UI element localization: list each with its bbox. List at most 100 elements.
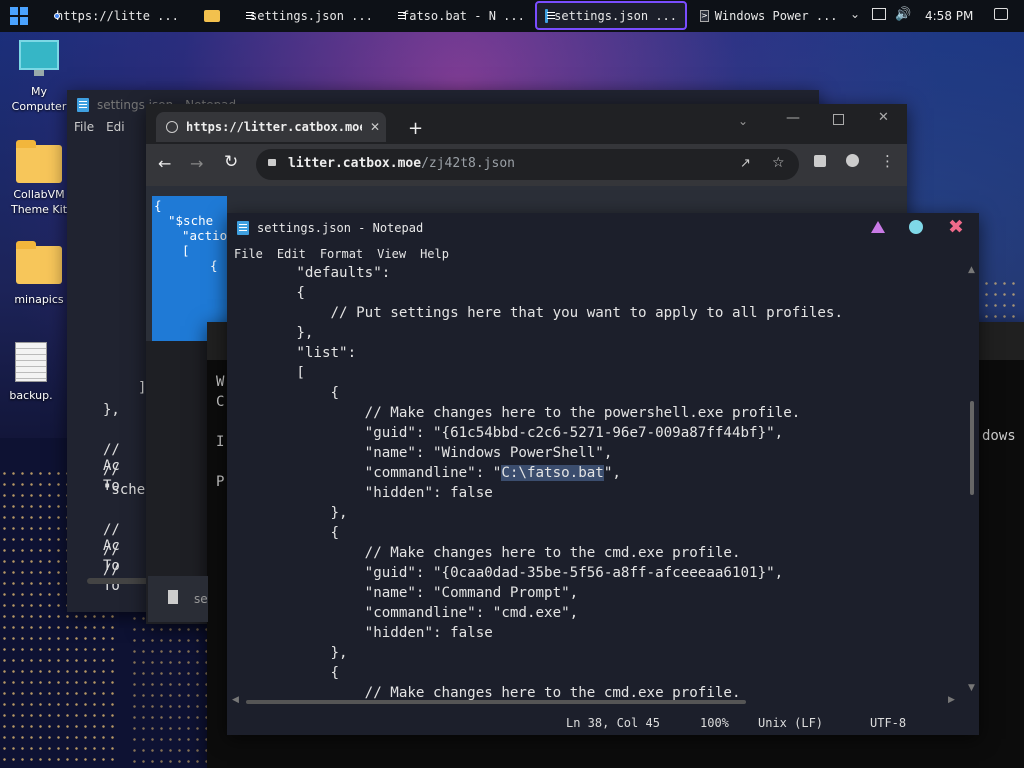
back-icon[interactable]: ← [158, 154, 171, 173]
notifications-icon[interactable] [994, 8, 1008, 20]
profile-icon[interactable] [846, 154, 859, 167]
code-line: "commandline": "cmd.exe", [228, 605, 579, 621]
scroll-right-icon[interactable]: ▶ [948, 695, 955, 705]
taskbar-item-settings-json-1[interactable]: settings.json ... [236, 1, 380, 30]
scrollbar-thumb[interactable] [970, 401, 974, 495]
menu-icon[interactable]: ⋮ [880, 152, 895, 170]
selected-text: C:\fatso.bat [501, 465, 604, 481]
powershell-icon: > [700, 9, 709, 22]
tab-title: https://litter.catbox.moe [186, 120, 362, 134]
url-host: litter.catbox.moe [288, 156, 422, 171]
scroll-down-icon[interactable]: ▼ [968, 683, 975, 693]
code-line: "hidden": false [228, 625, 493, 641]
code-line: "guid": "{61c54bbd-c2c6-5271-96e7-009a87… [228, 425, 784, 441]
code-line: }, [103, 402, 120, 418]
maximize-icon[interactable] [833, 114, 844, 125]
scrollbar-thumb[interactable] [246, 700, 746, 704]
browser-tab[interactable]: https://litter.catbox.moe ✕ [156, 112, 386, 142]
menu-file[interactable]: File [74, 120, 94, 134]
console-line: C [216, 394, 225, 410]
lock-icon [268, 159, 276, 166]
taskbar-item-powershell[interactable]: > Windows Power ... [692, 1, 840, 30]
text-editor[interactable]: "defaults": { // Put settings here that … [227, 265, 969, 705]
code-line: "guid": "{0caa0dad-35be-5f56-a8ff-afceee… [228, 565, 784, 581]
menu-edit[interactable]: Edi [106, 120, 125, 134]
json-line: [ [182, 243, 190, 258]
code-line: { [228, 285, 305, 301]
tab-search-icon[interactable]: ⌄ [738, 114, 748, 128]
folder-icon [16, 241, 62, 284]
menu-format[interactable]: Format [320, 247, 363, 261]
taskbar: https://litte ... settings.json ... fats… [0, 0, 1024, 32]
code-line: "hidden": false [228, 485, 493, 501]
code-line: "list": [228, 345, 357, 361]
code-line: "name": "Windows PowerShell", [228, 445, 613, 461]
window-preview[interactable]: se [148, 576, 208, 622]
notepad-window[interactable]: settings.json - Notepad ✖ File Edit Form… [227, 213, 979, 735]
file-explorer-icon [204, 9, 220, 22]
console-text: dows [982, 428, 1016, 444]
json-line: "actio [182, 228, 228, 243]
zoom-level: 100% [700, 716, 729, 730]
menu-file[interactable]: File [234, 247, 263, 261]
windows-logo-icon [10, 6, 28, 25]
notepad-icon [77, 98, 89, 112]
code-line: [ [228, 365, 305, 381]
forward-icon[interactable]: → [190, 154, 203, 173]
menu-edit[interactable]: Edit [277, 247, 306, 261]
document-icon [168, 590, 178, 604]
scroll-up-icon[interactable]: ▲ [968, 265, 975, 275]
volume-icon[interactable]: 🔊 [895, 7, 911, 22]
network-icon[interactable] [872, 8, 886, 20]
code-line: "defaults": [228, 265, 391, 281]
status-bar: Ln 38, Col 45 100% Unix (LF) UTF-8 [227, 711, 979, 735]
code-line: "commandline": "C:\fatso.bat", [228, 465, 621, 481]
taskbar-item-label: fatso.bat - N ... [402, 8, 525, 23]
address-bar[interactable]: litter.catbox.moe/zj42t8.json ↗ ☆ [256, 149, 799, 180]
close-icon[interactable]: ✖ [948, 216, 964, 238]
minimize-icon[interactable] [871, 221, 885, 233]
close-tab-icon[interactable]: ✕ [370, 120, 380, 134]
maximize-icon[interactable] [909, 220, 923, 234]
scroll-left-icon[interactable]: ◀ [232, 695, 239, 705]
desktop-icon-label: My Computer [11, 85, 67, 113]
minimize-icon[interactable]: — [786, 110, 800, 126]
share-icon[interactable]: ↗ [740, 156, 751, 171]
taskbar-item-fatso-bat[interactable]: fatso.bat - N ... [388, 1, 532, 30]
preview-label: se [194, 592, 208, 606]
folder-icon [16, 140, 62, 183]
taskbar-item-chrome[interactable]: https://litte ... [42, 1, 186, 30]
code-line: // Make changes here to the cmd.exe prof… [228, 545, 741, 561]
desktop-icon-my-computer[interactable]: My Computer [4, 40, 74, 114]
taskbar-item-label: Windows Power ... [714, 8, 838, 23]
json-line: "$sche [168, 213, 214, 228]
menu-view[interactable]: View [377, 247, 406, 261]
start-button[interactable] [2, 1, 36, 30]
code-line: { [228, 385, 340, 401]
desktop-icon-label: minapics [14, 293, 64, 306]
title-bar[interactable]: settings.json - Notepad ✖ [227, 213, 979, 243]
chevron-up-icon[interactable]: ⌄ [850, 7, 860, 21]
encoding: UTF-8 [870, 716, 907, 730]
taskbar-item-file-explorer[interactable] [194, 1, 230, 30]
vertical-scrollbar[interactable]: ▲ ▼ [967, 265, 977, 701]
json-line: { [154, 198, 162, 213]
desktop-icon-backup[interactable]: backup. [0, 342, 66, 403]
menu-help[interactable]: Help [420, 247, 449, 261]
console-line: P [216, 474, 225, 490]
desktop-icon-collabvm-theme-kit[interactable]: CollabVM Theme Kit [4, 140, 74, 217]
desktop-icon-minapics[interactable]: minapics [4, 241, 74, 307]
json-line: { [210, 258, 218, 273]
extensions-icon[interactable] [814, 155, 826, 167]
horizontal-scrollbar[interactable]: ◀ ▶ [232, 695, 958, 707]
code-line: { [228, 525, 340, 541]
reload-icon[interactable]: ↻ [224, 152, 238, 172]
clock-time[interactable]: 4:58 PM [925, 9, 973, 23]
code-line: "sche [103, 482, 146, 498]
bookmark-star-icon[interactable]: ☆ [772, 155, 785, 171]
new-tab-icon[interactable]: + [408, 118, 423, 139]
code-line: // Put settings here that you want to ap… [228, 305, 843, 321]
close-window-icon[interactable]: ✕ [878, 110, 889, 125]
taskbar-item-settings-json-active[interactable]: settings.json ... [535, 1, 687, 30]
taskbar-item-label: https://litte ... [56, 8, 179, 23]
